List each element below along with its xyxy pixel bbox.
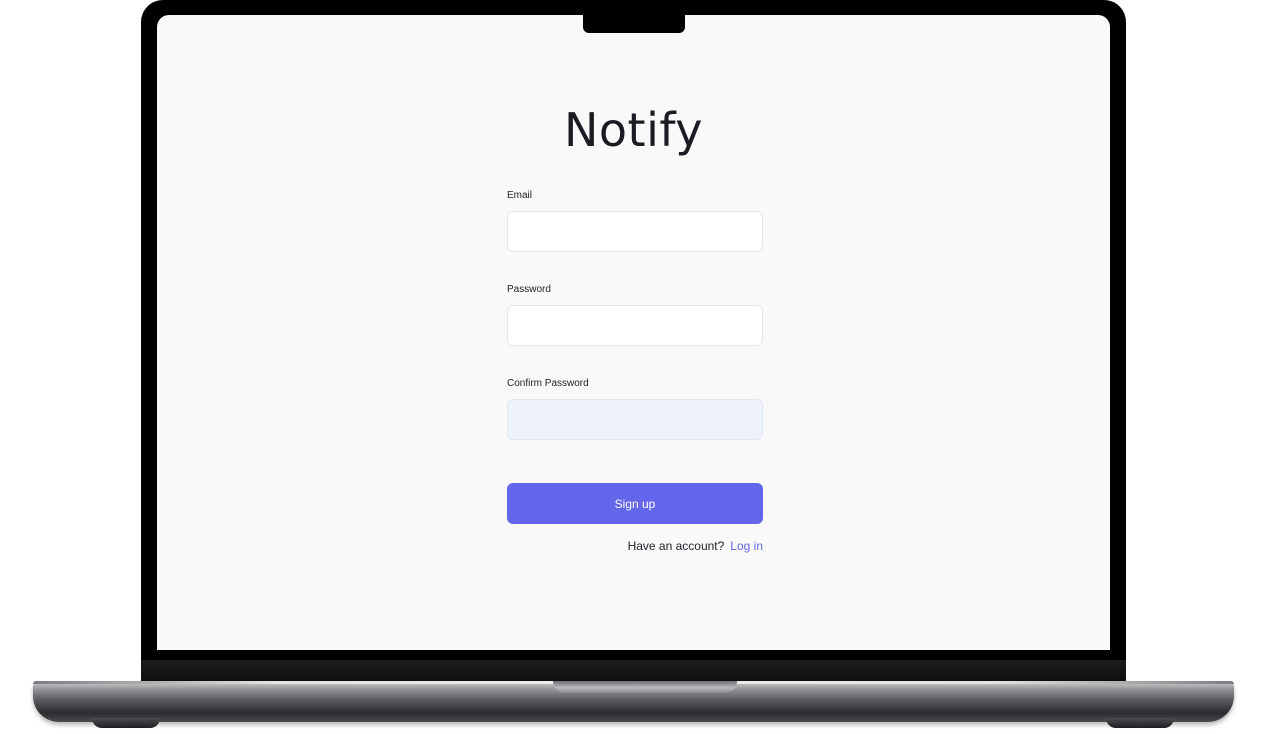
laptop-lid-groove xyxy=(553,681,737,693)
email-field[interactable] xyxy=(507,211,763,252)
camera-notch xyxy=(583,14,685,33)
password-label: Password xyxy=(507,284,551,295)
confirm-password-field[interactable] xyxy=(507,399,763,440)
app-title: Notify xyxy=(564,103,703,157)
confirm-password-label: Confirm Password xyxy=(507,378,589,389)
sign-up-button[interactable]: Sign up xyxy=(507,483,763,524)
laptop-foot-left xyxy=(92,718,160,728)
laptop-foot-right xyxy=(1106,718,1174,728)
password-field[interactable] xyxy=(507,305,763,346)
signup-form: Email Password Confirm Password xyxy=(507,190,763,472)
have-account-text: Have an account? xyxy=(627,539,725,553)
login-link[interactable]: Log in xyxy=(730,539,763,553)
email-label: Email xyxy=(507,190,533,201)
laptop-screen: Notify Email Password Confirm Password S… xyxy=(157,15,1110,650)
login-prompt-row: Have an account? Log in xyxy=(507,539,763,553)
